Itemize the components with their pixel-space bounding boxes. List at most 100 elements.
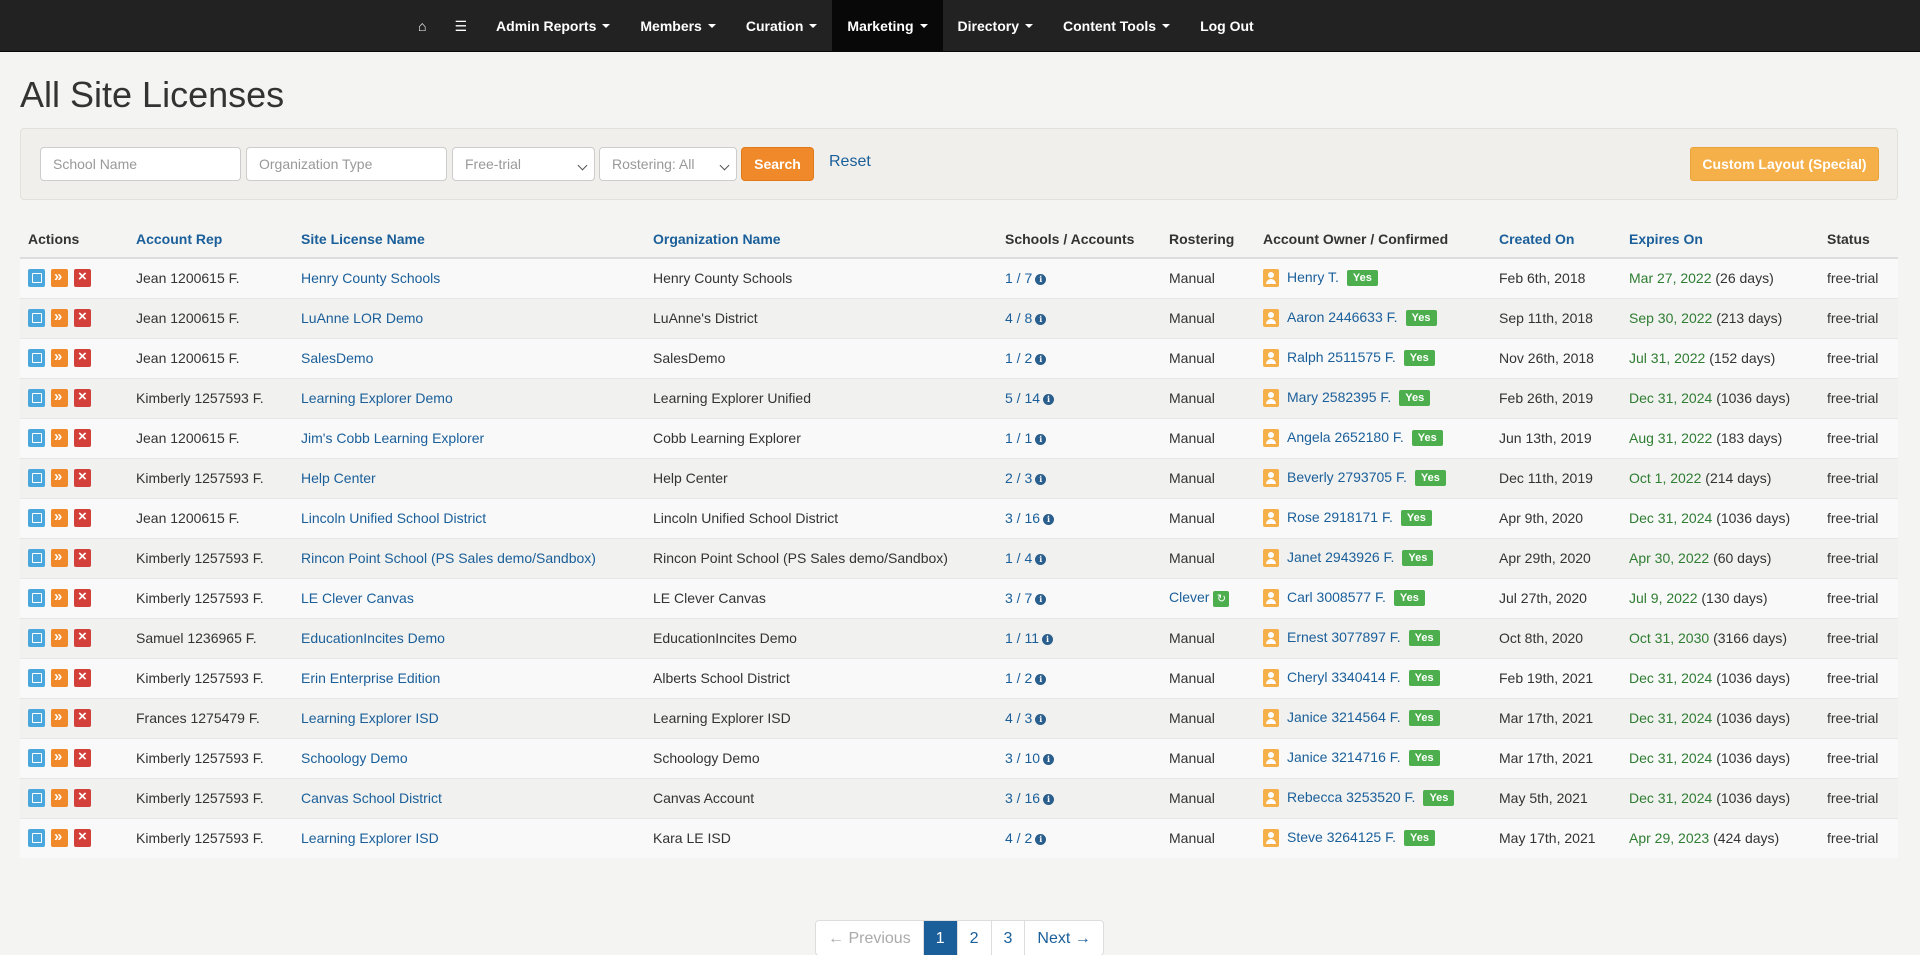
delete-icon[interactable] (74, 668, 91, 688)
account-owner-link[interactable]: Rebecca 3253520 F. (1287, 789, 1415, 805)
info-icon[interactable]: i (1035, 553, 1047, 565)
site-license-link[interactable]: Learning Explorer Demo (301, 390, 453, 406)
sync-icon[interactable]: ↻ (1213, 590, 1230, 607)
info-icon[interactable]: i (1035, 433, 1047, 445)
edit-icon[interactable] (28, 469, 45, 488)
nav-content-tools[interactable]: Content Tools (1048, 0, 1185, 52)
edit-icon[interactable] (28, 789, 45, 808)
delete-icon[interactable] (74, 828, 91, 848)
schools-accounts-link[interactable]: 3 / 16 (1005, 510, 1040, 526)
col-created-on[interactable]: Created On (1491, 220, 1621, 259)
account-owner-link[interactable]: Ralph 2511575 F. (1287, 349, 1396, 365)
schools-accounts-link[interactable]: 1 / 2 (1005, 350, 1032, 366)
schools-accounts-link[interactable]: 5 / 14 (1005, 390, 1040, 406)
site-license-link[interactable]: SalesDemo (301, 350, 373, 366)
nav-admin-reports[interactable]: Admin Reports (481, 0, 625, 52)
reset-link[interactable]: Reset (829, 153, 871, 171)
schools-accounts-link[interactable]: 4 / 8 (1005, 310, 1032, 326)
delete-icon[interactable] (74, 788, 91, 808)
schools-accounts-link[interactable]: 1 / 4 (1005, 550, 1032, 566)
delete-icon[interactable] (74, 508, 91, 528)
rostering-select[interactable]: Rostering: All (599, 147, 737, 181)
fast-forward-icon[interactable] (51, 828, 68, 848)
site-license-link[interactable]: Erin Enterprise Edition (301, 670, 440, 686)
schools-accounts-link[interactable]: 3 / 7 (1005, 590, 1032, 606)
schools-accounts-link[interactable]: 4 / 2 (1005, 830, 1032, 846)
schools-accounts-link[interactable]: 3 / 16 (1005, 790, 1040, 806)
account-owner-link[interactable]: Aaron 2446633 F. (1287, 309, 1398, 325)
fast-forward-icon[interactable] (51, 668, 68, 688)
schools-accounts-link[interactable]: 2 / 3 (1005, 470, 1032, 486)
fast-forward-icon[interactable] (51, 308, 68, 328)
edit-icon[interactable] (28, 709, 45, 728)
delete-icon[interactable] (74, 308, 91, 328)
schools-accounts-link[interactable]: 3 / 10 (1005, 750, 1040, 766)
delete-icon[interactable] (74, 548, 91, 568)
info-icon[interactable]: i (1035, 353, 1047, 365)
info-icon[interactable]: i (1035, 274, 1047, 286)
nav-marketing[interactable]: Marketing (832, 0, 943, 52)
account-owner-link[interactable]: Janet 2943926 F. (1287, 549, 1394, 565)
delete-icon[interactable] (74, 628, 91, 648)
site-license-link[interactable]: Lincoln Unified School District (301, 510, 486, 526)
account-owner-link[interactable]: Ernest 3077897 F. (1287, 629, 1401, 645)
edit-icon[interactable] (28, 309, 45, 328)
page-3-button[interactable]: 3 (992, 921, 1026, 955)
account-owner-link[interactable]: Mary 2582395 F. (1287, 389, 1391, 405)
delete-icon[interactable] (74, 268, 91, 288)
info-icon[interactable]: i (1035, 313, 1047, 325)
page-1-button[interactable]: 1 (923, 921, 958, 955)
info-icon[interactable]: i (1035, 673, 1047, 685)
school-name-input[interactable]: School Name (40, 147, 241, 181)
fast-forward-icon[interactable] (51, 588, 68, 608)
delete-icon[interactable] (74, 428, 91, 448)
site-license-link[interactable]: Jim's Cobb Learning Explorer (301, 430, 484, 446)
site-license-link[interactable]: Learning Explorer ISD (301, 830, 439, 846)
account-owner-link[interactable]: Beverly 2793705 F. (1287, 469, 1407, 485)
fast-forward-icon[interactable] (51, 788, 68, 808)
account-owner-link[interactable]: Janice 3214564 F. (1287, 709, 1401, 725)
fast-forward-icon[interactable] (51, 708, 68, 728)
schools-accounts-link[interactable]: 4 / 3 (1005, 710, 1032, 726)
fast-forward-icon[interactable] (51, 348, 68, 368)
info-icon[interactable]: i (1035, 593, 1047, 605)
nav-log-out[interactable]: Log Out (1185, 0, 1269, 52)
edit-icon[interactable] (28, 749, 45, 768)
account-owner-link[interactable]: Carl 3008577 F. (1287, 589, 1386, 605)
organization-type-input[interactable]: Organization Type (246, 147, 447, 181)
custom-layout-button[interactable]: Custom Layout (Special) (1690, 147, 1879, 181)
delete-icon[interactable] (74, 708, 91, 728)
info-icon[interactable]: i (1035, 473, 1047, 485)
schools-accounts-link[interactable]: 1 / 1 (1005, 430, 1032, 446)
account-owner-link[interactable]: Steve 3264125 F. (1287, 829, 1396, 845)
edit-icon[interactable] (28, 269, 45, 288)
previous-page-button[interactable]: ← Previous (816, 921, 924, 955)
info-icon[interactable]: i (1043, 753, 1055, 765)
info-icon[interactable]: i (1043, 513, 1055, 525)
delete-icon[interactable] (74, 588, 91, 608)
info-icon[interactable]: i (1035, 713, 1047, 725)
col-organization-name[interactable]: Organization Name (645, 220, 997, 259)
site-license-link[interactable]: LuAnne LOR Demo (301, 310, 423, 326)
edit-icon[interactable] (28, 629, 45, 648)
account-owner-link[interactable]: Angela 2652180 F. (1287, 429, 1404, 445)
fast-forward-icon[interactable] (51, 388, 68, 408)
home-icon[interactable]: ⌂ (404, 0, 440, 52)
info-icon[interactable]: i (1035, 834, 1047, 846)
site-license-link[interactable]: Learning Explorer ISD (301, 710, 439, 726)
edit-icon[interactable] (28, 589, 45, 608)
account-owner-link[interactable]: Janice 3214716 F. (1287, 749, 1401, 765)
site-license-link[interactable]: Schoology Demo (301, 750, 408, 766)
delete-icon[interactable] (74, 748, 91, 768)
site-license-link[interactable]: Canvas School District (301, 790, 442, 806)
edit-icon[interactable] (28, 509, 45, 528)
schools-accounts-link[interactable]: 1 / 2 (1005, 670, 1032, 686)
fast-forward-icon[interactable] (51, 468, 68, 488)
edit-icon[interactable] (28, 429, 45, 448)
schools-accounts-link[interactable]: 1 / 7 (1005, 270, 1032, 286)
delete-icon[interactable] (74, 468, 91, 488)
edit-icon[interactable] (28, 349, 45, 368)
fast-forward-icon[interactable] (51, 428, 68, 448)
edit-icon[interactable] (28, 549, 45, 568)
info-icon[interactable]: i (1043, 793, 1055, 805)
